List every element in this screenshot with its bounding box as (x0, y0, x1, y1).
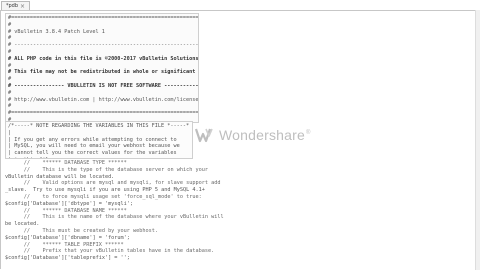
wondershare-logo-icon (194, 128, 213, 143)
code-line: // Valid options are mysql and mysqli, f… (5, 180, 221, 187)
code-line: // Prefix that your vBulletin tables hav… (5, 248, 215, 255)
code-line: # vBulletin 3.8.4 Patch Level 1 # (8, 28, 199, 35)
watermark-text: Wondershare (219, 127, 311, 143)
code-line: // ****** TABLE PREFIX ****** (5, 241, 124, 248)
code-line: # # (8, 89, 199, 96)
code-line: # # (8, 62, 199, 69)
code-line: // ****** DATABASE TYPE ****** (5, 160, 127, 166)
code-line: /*-----* NOTE REGARDING THE VARIABLES IN… (8, 123, 190, 129)
code-line: # --------------------------------------… (8, 42, 199, 49)
code-line: $config['Database']['dbtype'] = 'mysqli'… (5, 200, 134, 207)
code-line: | MySQL, you will need to email your web… (8, 143, 180, 150)
code-line: | in this file. (8, 157, 192, 158)
code-line: // This is the type of the database serv… (5, 166, 209, 173)
code-line: # This file may not be redistributed in … (8, 69, 196, 76)
code-line: | cannot tell you the correct values for… (8, 150, 177, 157)
code-line: // ****** DATABASE NAME ****** (5, 207, 127, 214)
watermark: Wondershare (194, 126, 311, 144)
code-line: #=======================================… (8, 110, 199, 117)
code-line: | (8, 129, 12, 136)
code-line: // to force mysqli usage set 'force_sql_… (5, 193, 202, 200)
code-line: $config['Database']['tableprefix'] = ''; (5, 255, 130, 262)
header-comment-block: #=======================================… (5, 13, 199, 123)
code-line: # # (8, 35, 199, 42)
code-line: // This must be created by your webhost. (5, 227, 159, 234)
code-line: # # (8, 76, 199, 83)
code-line: # # (8, 48, 199, 55)
code-line: # ---------------- VBULLETIN IS NOT FREE… (8, 82, 199, 89)
code-line: #=======================================… (8, 15, 199, 21)
code-line: // This is the name of the database wher… (5, 214, 224, 221)
vertical-scrollbar[interactable] (475, 10, 480, 270)
code-line: be located. (5, 221, 40, 228)
code-line: $config['Database']['dbname'] = 'forum'; (5, 234, 130, 241)
code-line: vBulletin database will be located. (5, 173, 115, 180)
code-line: # ALL PHP code in this file is ©2000-201… (8, 55, 199, 62)
code-line: # # (8, 21, 199, 28)
note-comment-block: /*-----* NOTE REGARDING THE VARIABLES IN… (5, 121, 193, 159)
code-line: # # (8, 103, 199, 110)
code-line: _slave. Try to use mysqli if you are usi… (5, 187, 205, 194)
config-code: // ****** DATABASE TYPE ****** // This i… (5, 160, 224, 262)
code-line: # http://www.vbulletin.com | http://www.… (8, 96, 199, 103)
code-line: | If you get any errors while attempting… (8, 136, 177, 143)
